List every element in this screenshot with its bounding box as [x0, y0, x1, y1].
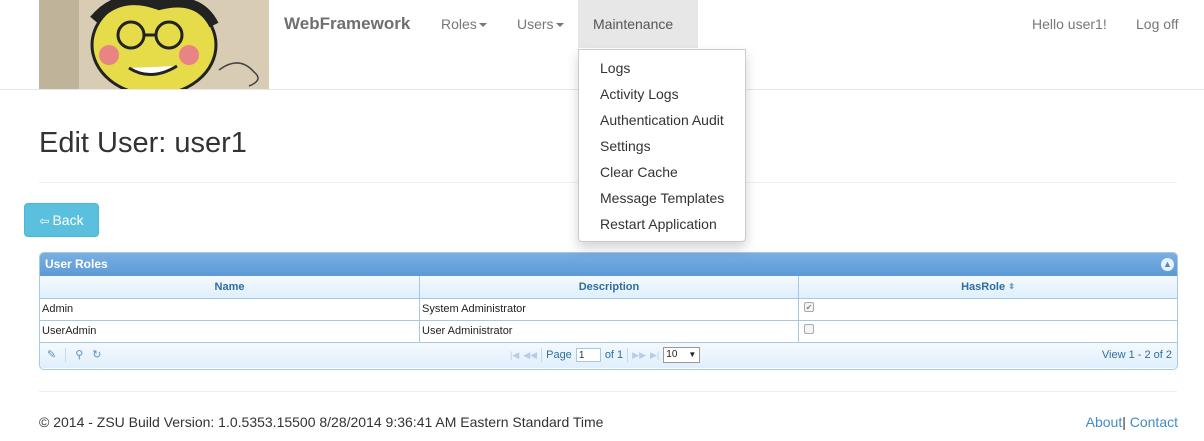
cell-hasrole	[799, 321, 1177, 342]
cell-description: User Administrator	[420, 321, 799, 342]
footer-separator: |	[1122, 414, 1126, 430]
rows-per-page-value: 10	[666, 349, 678, 360]
collapse-icon[interactable]: ▲	[1161, 258, 1174, 271]
footer-divider	[39, 391, 1177, 392]
dropdown-item-logs[interactable]: Logs	[579, 55, 745, 81]
cell-name: Admin	[40, 299, 420, 320]
footer-build-info: © 2014 - ZSU Build Version: 1.0.5353.155…	[39, 414, 604, 430]
pager-actions: ✎ ⚲ ↻	[47, 348, 102, 362]
dropdown-item-restart-application[interactable]: Restart Application	[579, 211, 745, 237]
page-title: Edit User: user1	[39, 127, 247, 159]
about-link[interactable]: About	[1086, 414, 1123, 430]
contact-link[interactable]: Contact	[1130, 414, 1178, 430]
pager-separator	[65, 348, 67, 362]
column-header-name[interactable]: Name	[40, 276, 420, 298]
grid-caption: User Roles ▲	[40, 253, 1177, 276]
page-count-label: of 1	[604, 349, 624, 361]
pager-record-count: View 1 - 2 of 2	[1101, 349, 1172, 361]
first-page-icon[interactable]: |◀	[510, 350, 519, 361]
column-header-name-label: Name	[214, 281, 245, 293]
edit-pencil-icon[interactable]: ✎	[47, 348, 56, 362]
rows-per-page-select[interactable]: 10 ▼	[663, 347, 701, 363]
cell-hasrole: ✔	[799, 299, 1177, 320]
back-arrow-icon: ⇦	[39, 214, 50, 228]
cell-name: UserAdmin	[40, 321, 420, 342]
table-row[interactable]: UserAdmin User Administrator	[40, 321, 1177, 343]
cell-description: System Administrator	[420, 299, 799, 320]
dropdown-item-activity-logs[interactable]: Activity Logs	[579, 81, 745, 107]
user-greeting-link[interactable]: Hello user1!	[1017, 0, 1122, 48]
back-button[interactable]: ⇦ Back	[24, 203, 99, 237]
avatar-logo[interactable]	[39, 0, 269, 89]
column-header-hasrole-label: HasRole	[961, 281, 1006, 293]
column-header-description[interactable]: Description	[420, 276, 799, 298]
prev-page-icon[interactable]: ◀◀	[523, 350, 537, 361]
caret-down-icon	[478, 23, 487, 28]
hasrole-checkbox-checked[interactable]: ✔	[804, 302, 814, 312]
nav-menu-users-label: Users	[517, 16, 554, 32]
nav-menu-maintenance-label: Maintenance	[593, 16, 674, 32]
table-row[interactable]: Admin System Administrator ✔	[40, 299, 1177, 321]
column-header-description-label: Description	[578, 281, 640, 293]
logoff-link[interactable]: Log off	[1121, 0, 1194, 48]
chevron-down-icon: ▼	[688, 350, 697, 359]
grid-caption-text: User Roles	[45, 257, 108, 271]
page-label: Page	[546, 349, 572, 361]
pager-navigation: |◀ ◀◀ Page of 1 ▶▶ ▶| 10 ▼	[510, 347, 701, 363]
dropdown-item-settings[interactable]: Settings	[579, 133, 745, 159]
caret-down-icon	[555, 23, 564, 28]
next-page-icon[interactable]: ▶▶	[632, 350, 646, 361]
grid-pager: ✎ ⚲ ↻ |◀ ◀◀ Page of 1 ▶▶ ▶| 10 ▼ View 1 -…	[40, 343, 1177, 368]
dropdown-item-clear-cache[interactable]: Clear Cache	[579, 159, 745, 185]
page-number-input[interactable]	[575, 348, 601, 362]
refresh-icon[interactable]: ↻	[92, 348, 101, 362]
nav-menu-maintenance[interactable]: Maintenance	[578, 0, 698, 76]
column-header-hasrole[interactable]: HasRole ⬍	[799, 276, 1177, 298]
dropdown-item-message-templates[interactable]: Message Templates	[579, 185, 745, 211]
pager-separator	[541, 348, 543, 362]
last-page-icon[interactable]: ▶|	[650, 350, 659, 361]
footer-links: About| Contact	[1086, 414, 1178, 430]
nav-menu-users[interactable]: Users	[502, 0, 579, 48]
brand-title[interactable]: WebFramework	[284, 14, 410, 34]
back-button-label: Back	[52, 212, 84, 228]
nav-menu-roles-label: Roles	[441, 16, 477, 32]
maintenance-dropdown: Logs Activity Logs Authentication Audit …	[578, 49, 746, 242]
search-icon[interactable]: ⚲	[75, 348, 83, 362]
user-roles-grid: User Roles ▲ Name Description HasRole ⬍ …	[39, 252, 1178, 370]
grid-header-row: Name Description HasRole ⬍	[40, 276, 1177, 299]
hasrole-checkbox-unchecked[interactable]	[804, 324, 814, 334]
dropdown-item-authentication-audit[interactable]: Authentication Audit	[579, 107, 745, 133]
nav-menu-roles[interactable]: Roles	[426, 0, 502, 48]
sort-icon[interactable]: ⬍	[1008, 276, 1015, 298]
pager-separator	[627, 348, 629, 362]
